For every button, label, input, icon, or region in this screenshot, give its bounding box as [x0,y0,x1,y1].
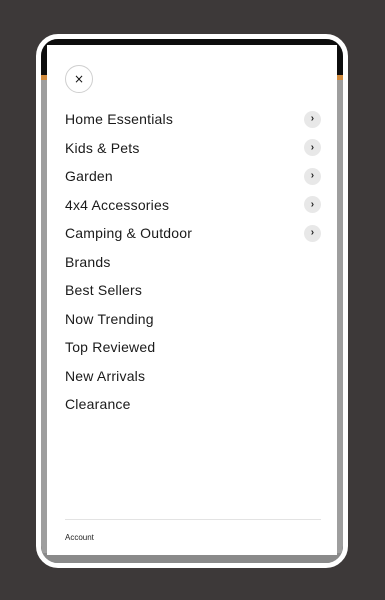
menu-item-label: Best Sellers [65,282,143,299]
divider [65,519,321,520]
menu-item-best-sellers[interactable]: Best Sellers [65,276,321,305]
menu-item-label: Brands [65,253,111,270]
chevron-right-icon[interactable]: › [304,196,321,214]
accent-strip-right [337,75,343,80]
menu-item-brands[interactable]: Brands [65,248,321,277]
menu-item-label: 4x4 Accessories [65,196,170,213]
menu-item-top-reviewed[interactable]: Top Reviewed [65,333,321,362]
menu-item-label: Clearance [65,396,131,413]
menu-item-now-trending[interactable]: Now Trending [65,305,321,334]
chevron-right-icon[interactable]: › [304,224,321,242]
chevron-right-icon[interactable]: › [304,110,321,128]
menu-list: Home Essentials › Kids & Pets › Garden ›… [65,105,321,419]
menu-item-kids-pets[interactable]: Kids & Pets › [65,134,321,163]
account-link[interactable]: Account [65,533,94,542]
menu-item-garden[interactable]: Garden › [65,162,321,191]
menu-item-label: Home Essentials [65,111,174,128]
chevron-right-icon[interactable]: › [304,139,321,157]
close-button[interactable]: × [65,65,93,93]
menu-item-4x4-accessories[interactable]: 4x4 Accessories › [65,191,321,220]
menu-item-label: New Arrivals [65,367,146,384]
chevron-right-icon[interactable]: › [304,167,321,185]
menu-item-camping-outdoor[interactable]: Camping & Outdoor › [65,219,321,248]
close-icon: × [73,72,85,86]
menu-item-clearance[interactable]: Clearance [65,390,321,419]
menu-item-label: Kids & Pets [65,139,140,156]
menu-item-label: Garden [65,168,113,185]
menu-item-label: Top Reviewed [65,339,156,356]
menu-item-home-essentials[interactable]: Home Essentials › [65,105,321,134]
navigation-drawer: × Home Essentials › Kids & Pets › Garden… [47,45,337,555]
menu-item-label: Camping & Outdoor [65,225,193,242]
phone-frame: × Home Essentials › Kids & Pets › Garden… [36,34,348,568]
menu-item-new-arrivals[interactable]: New Arrivals [65,362,321,391]
menu-item-label: Now Trending [65,310,154,327]
